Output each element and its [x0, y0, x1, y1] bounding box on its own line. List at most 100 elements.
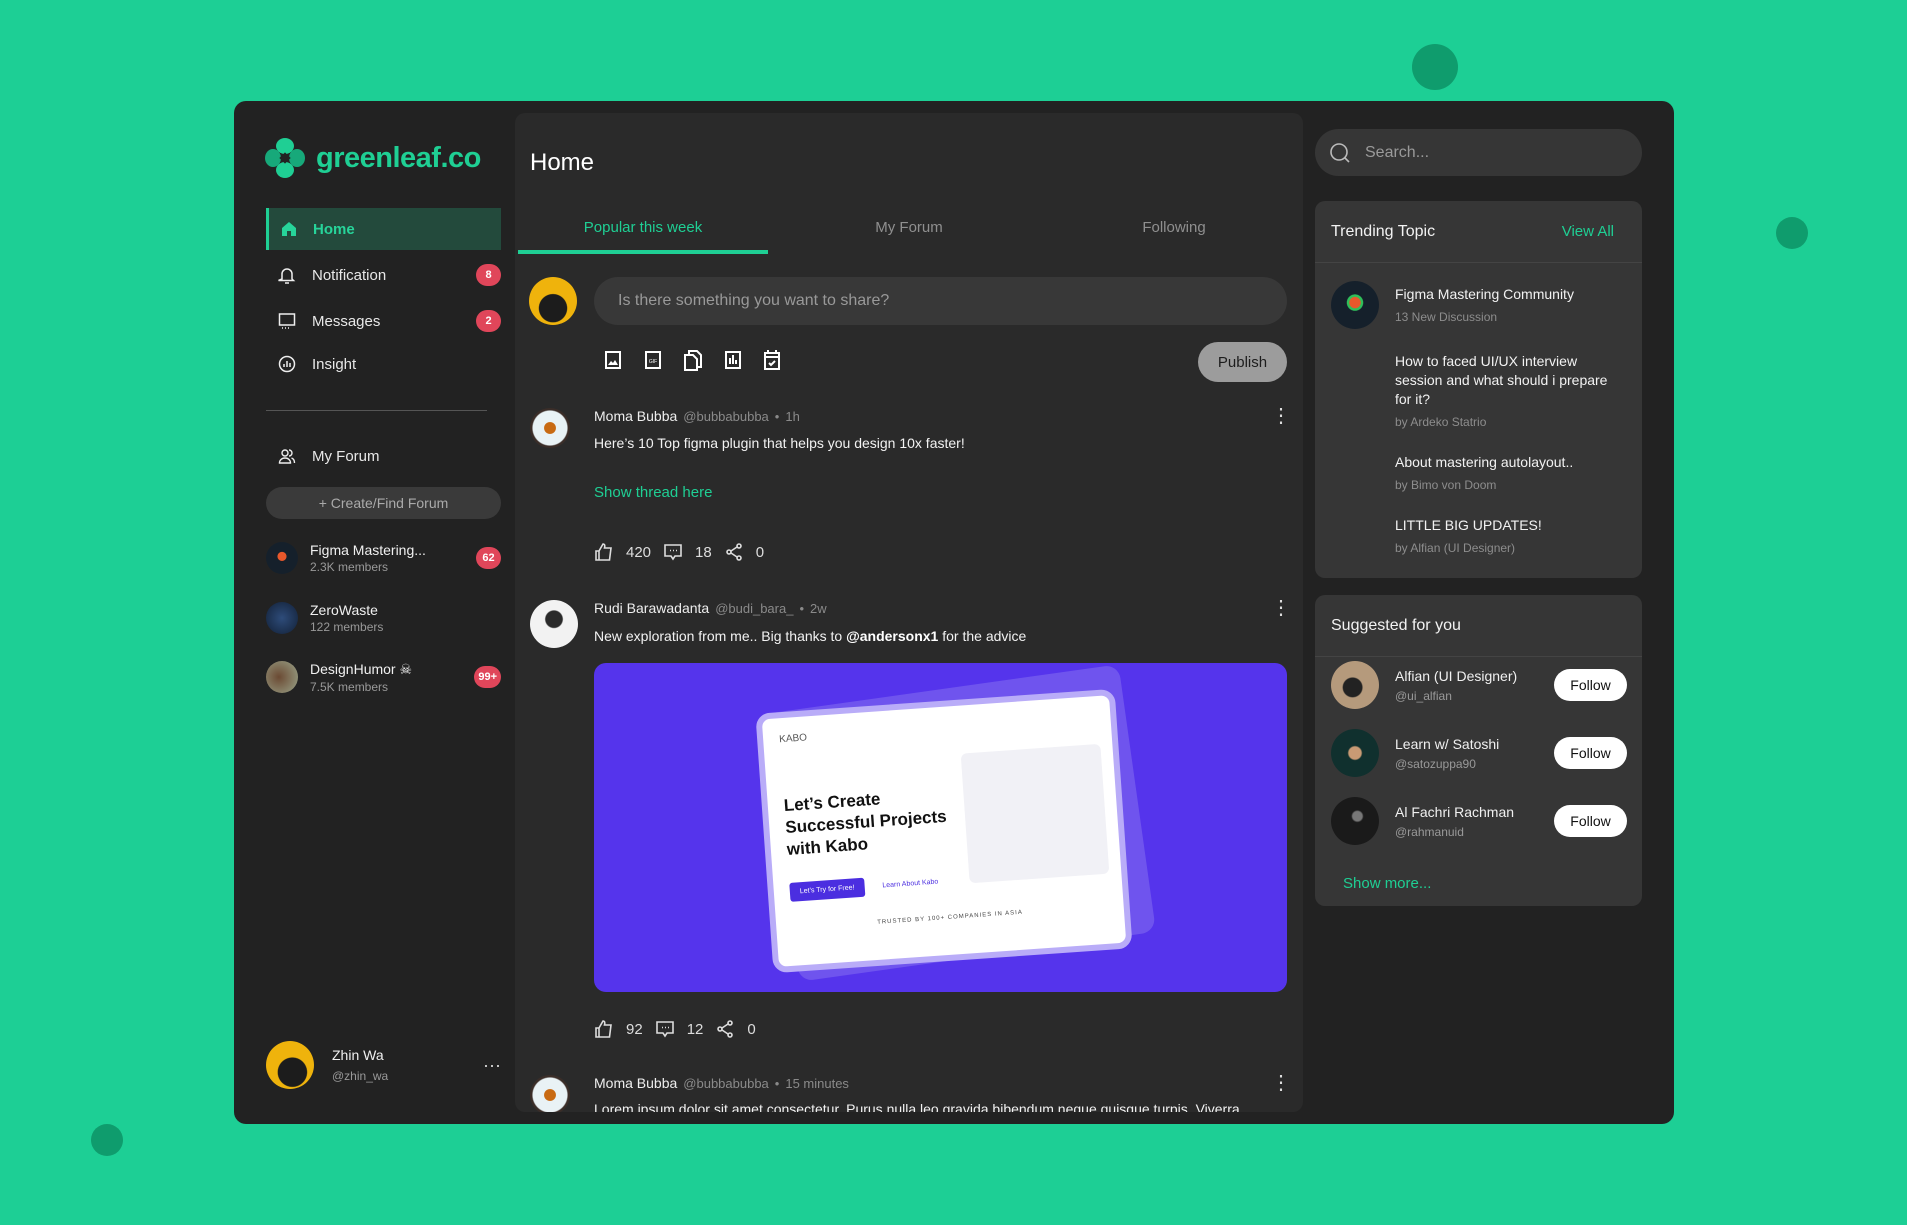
post-time: 2w [810, 600, 827, 616]
forum-item[interactable]: Figma Mastering... 2.3K members 62 [266, 538, 501, 578]
trending-item-sub: by Alfian (UI Designer) [1395, 541, 1516, 555]
like-count: 92 [626, 1020, 643, 1038]
sidebar-item-insight[interactable]: Insight [266, 343, 501, 385]
sidebar-item-label: My Forum [312, 447, 380, 465]
post-menu-icon[interactable]: ⋮ [1271, 1073, 1291, 1093]
post-header: Moma Bubba @bubbabubba • 15 minutes [594, 1075, 849, 1091]
post-input[interactable]: Is there something you want to share? [594, 277, 1287, 325]
more-options-icon[interactable]: ··· [483, 1055, 501, 1076]
comment-count: 12 [686, 1020, 704, 1038]
show-thread-link[interactable]: Show thread here [594, 484, 712, 501]
post-menu-icon[interactable]: ⋮ [1271, 406, 1291, 426]
suggested-user: Alfian (UI Designer) @ui_alfian Follow [1331, 661, 1627, 709]
user-name[interactable]: Alfian (UI Designer) [1395, 668, 1517, 684]
post-image[interactable]: KABO Let’s Create Successful Projects wi… [594, 663, 1287, 992]
suggested-title: Suggested for you [1331, 616, 1461, 634]
image-icon[interactable] [602, 349, 624, 371]
user-avatar[interactable] [1331, 729, 1379, 777]
forum-item[interactable]: ZeroWaste 122 members [266, 598, 501, 638]
post-time: 15 minutes [785, 1075, 849, 1091]
mockup-card: KABO Let’s Create Successful Projects wi… [755, 688, 1133, 974]
messages-badge: 2 [476, 310, 501, 332]
post-actions: 420 18 0 [594, 542, 764, 562]
create-forum-button[interactable]: + Create/Find Forum [266, 487, 501, 519]
bell-icon [278, 268, 296, 284]
tab-following[interactable]: Following [1049, 219, 1299, 236]
sidebar-item-home[interactable]: Home [266, 208, 501, 250]
trending-panel: Trending Topic View All Figma Mastering C… [1315, 201, 1642, 578]
user-avatar[interactable] [1331, 797, 1379, 845]
post-handle[interactable]: @bubbabubba [683, 1076, 769, 1091]
post-author-avatar[interactable] [530, 1075, 570, 1112]
post-text-part: for the advice [938, 628, 1027, 644]
decor-circle [1776, 217, 1808, 249]
tab-popular[interactable]: Popular this week [518, 219, 768, 236]
post-author[interactable]: Rudi Barawadanta [594, 600, 709, 616]
decor-circle [91, 1124, 123, 1156]
page-title: Home [530, 149, 595, 176]
user-name[interactable]: Learn w/ Satoshi [1395, 736, 1499, 752]
suggested-panel: Suggested for you Alfian (UI Designer) @u… [1315, 595, 1642, 906]
post-author[interactable]: Moma Bubba [594, 408, 677, 424]
comment-icon[interactable] [663, 542, 683, 562]
message-icon [278, 313, 296, 329]
post-header: Moma Bubba @bubbabubba • 1h [594, 408, 800, 424]
forum-members: 7.5K members [310, 679, 389, 694]
post-handle[interactable]: @bubbabubba [683, 409, 769, 424]
trending-item-sub: by Bimo von Doom [1395, 478, 1497, 492]
active-tab-indicator [518, 250, 768, 254]
like-icon[interactable] [594, 1019, 614, 1039]
post-author-avatar[interactable] [530, 600, 578, 648]
main-feed: Home Popular this week My Forum Followin… [515, 113, 1303, 1112]
trending-item[interactable]: Figma Mastering Community 13 New Discussi… [1395, 285, 1625, 327]
forum-avatar [266, 542, 298, 574]
sidebar-item-messages[interactable]: Messages 2 [266, 300, 501, 342]
logo[interactable]: greenleaf.co [264, 137, 481, 179]
post-text: Here’s 10 Top figma plugin that helps yo… [594, 435, 965, 451]
user-name[interactable]: Al Fachri Rachman [1395, 804, 1514, 820]
mockup-secondary: Learn About Kabo [882, 878, 939, 890]
post-menu-icon[interactable]: ⋮ [1271, 598, 1291, 618]
trending-avatar [1331, 281, 1379, 329]
sidebar-divider [266, 410, 487, 411]
suggested-user: Learn w/ Satoshi @satozuppa90 Follow [1331, 729, 1627, 777]
trending-item[interactable]: About mastering autolayout.. by Bimo von … [1395, 453, 1625, 495]
sidebar-item-notification[interactable]: Notification 8 [266, 254, 501, 296]
like-count: 420 [626, 543, 652, 561]
follow-button[interactable]: Follow [1554, 737, 1627, 769]
poll-icon[interactable] [722, 349, 744, 371]
forum-item[interactable]: DesignHumor ☠ 7.5K members 99+ [266, 657, 501, 697]
schedule-icon[interactable] [761, 349, 783, 371]
trending-item[interactable]: LITTLE BIG UPDATES! by Alfian (UI Designe… [1395, 516, 1625, 558]
mention-link[interactable]: @andersonx1 [846, 628, 938, 644]
follow-button[interactable]: Follow [1554, 669, 1627, 701]
share-icon[interactable] [715, 1019, 735, 1039]
forum-name: Figma Mastering... [310, 542, 426, 558]
sidebar-item-my-forum[interactable]: My Forum [266, 435, 501, 477]
share-icon[interactable] [724, 542, 744, 562]
follow-button[interactable]: Follow [1554, 805, 1627, 837]
post-author[interactable]: Moma Bubba [594, 1075, 677, 1091]
post-handle[interactable]: @budi_bara_ [715, 601, 793, 616]
trending-title: Trending Topic [1331, 222, 1436, 240]
search-input[interactable]: Search... [1315, 129, 1642, 176]
forum-avatar [266, 602, 298, 634]
publish-button[interactable]: Publish [1198, 342, 1287, 382]
user-profile[interactable]: Zhin Wa @zhin_wa ··· [266, 1041, 501, 1089]
file-icon[interactable] [682, 349, 704, 371]
separator-dot: • [799, 600, 805, 616]
composer-avatar [529, 277, 577, 325]
separator-dot: • [774, 408, 780, 424]
home-icon [282, 222, 296, 236]
view-all-link[interactable]: View All [1562, 223, 1614, 240]
gif-icon[interactable]: GIF [642, 349, 664, 371]
tab-my-forum[interactable]: My Forum [784, 219, 1034, 236]
post-time: 1h [785, 408, 800, 424]
user-avatar[interactable] [1331, 661, 1379, 709]
trending-item[interactable]: How to faced UI/UX interview session and… [1395, 352, 1625, 432]
like-icon[interactable] [594, 542, 614, 562]
post-author-avatar[interactable] [530, 408, 570, 448]
search-icon [1330, 142, 1350, 163]
show-more-link[interactable]: Show more... [1343, 875, 1431, 892]
comment-icon[interactable] [655, 1019, 675, 1039]
